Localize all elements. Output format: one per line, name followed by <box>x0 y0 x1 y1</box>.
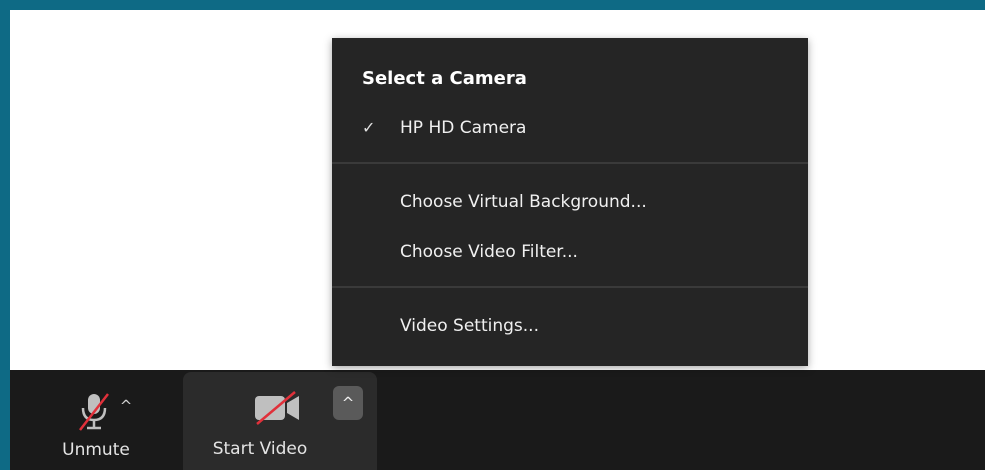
menu-item-hp-hd-camera[interactable]: ✓ HP HD Camera <box>332 110 808 146</box>
menu-divider <box>332 286 808 288</box>
audio-options-caret-icon[interactable]: ^ <box>114 394 138 418</box>
menu-item-label: HP HD Camera <box>400 118 527 138</box>
microphone-muted-icon <box>76 392 112 432</box>
start-video-button[interactable]: Start Video ^ <box>183 372 377 470</box>
video-options-caret-icon[interactable]: ^ <box>333 386 363 420</box>
start-video-label: Start Video <box>212 439 308 459</box>
menu-item-label: Video Settings... <box>400 316 539 336</box>
menu-item-video-filter[interactable]: Choose Video Filter... <box>332 234 808 270</box>
meeting-toolbar: Unmute ^ Start Video ^ <box>10 370 985 470</box>
menu-item-label: Choose Virtual Background... <box>400 192 647 212</box>
menu-item-video-settings[interactable]: Video Settings... <box>332 308 808 344</box>
menu-divider <box>332 162 808 164</box>
menu-item-virtual-background[interactable]: Choose Virtual Background... <box>332 184 808 220</box>
check-icon: ✓ <box>362 118 376 137</box>
menu-header: Select a Camera <box>362 68 527 89</box>
camera-off-icon <box>253 390 303 426</box>
menu-item-label: Choose Video Filter... <box>400 242 578 262</box>
camera-menu: Select a Camera ✓ HP HD Camera Choose Vi… <box>332 38 808 366</box>
unmute-label: Unmute <box>62 440 130 460</box>
